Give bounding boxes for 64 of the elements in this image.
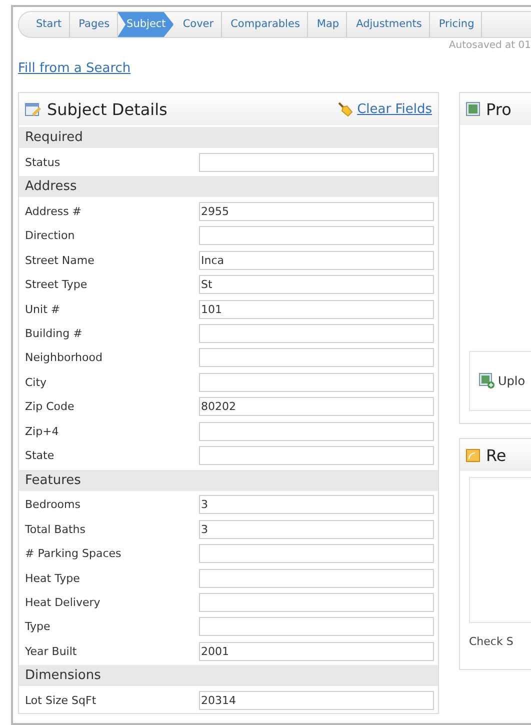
breadcrumb-step[interactable]: Cover bbox=[174, 12, 222, 37]
text-field[interactable] bbox=[199, 592, 434, 612]
broom-icon bbox=[337, 101, 354, 117]
text-field[interactable]: Inca bbox=[199, 250, 434, 270]
field-label: Neighborhood bbox=[25, 351, 104, 364]
text-field[interactable] bbox=[199, 544, 434, 564]
field-label: Building # bbox=[25, 327, 84, 340]
text-field[interactable]: 3 bbox=[199, 520, 434, 539]
upload-button[interactable]: Uplo bbox=[479, 373, 526, 389]
field-label: Street Type bbox=[25, 278, 88, 292]
text-field[interactable]: 80202 bbox=[199, 397, 434, 416]
text-field[interactable] bbox=[199, 617, 434, 636]
field-label: Street Name bbox=[25, 254, 96, 267]
breadcrumb-step[interactable]: Start bbox=[27, 12, 70, 37]
text-field[interactable]: 2955 bbox=[199, 202, 434, 222]
text-field[interactable] bbox=[199, 348, 434, 368]
text-field[interactable]: 101 bbox=[199, 300, 434, 319]
field-label: Direction bbox=[25, 229, 76, 242]
section-header: Address bbox=[19, 176, 438, 198]
fill-from-search-link[interactable]: Fill from a Search bbox=[18, 61, 131, 76]
field-label: State bbox=[25, 448, 56, 462]
text-field[interactable]: St bbox=[199, 275, 434, 294]
breadcrumb-step[interactable]: Comparables bbox=[222, 12, 308, 37]
text-field[interactable]: 20314 bbox=[199, 691, 434, 710]
text-field[interactable]: 2001 bbox=[199, 642, 434, 661]
breadcrumb-step[interactable]: Pricing bbox=[430, 12, 482, 37]
breadcrumb-step[interactable]: Adjustments bbox=[347, 12, 430, 37]
text-field[interactable] bbox=[199, 226, 434, 246]
note-icon bbox=[466, 448, 480, 462]
text-field[interactable] bbox=[199, 422, 434, 441]
field-label: Total Baths bbox=[25, 522, 86, 536]
breadcrumb-step[interactable]: Pages bbox=[70, 12, 118, 37]
text-field[interactable] bbox=[199, 446, 434, 465]
field-label: Year Built bbox=[25, 644, 78, 658]
field-label: Address # bbox=[25, 205, 83, 218]
remarks-footer-text: Check S bbox=[469, 635, 514, 648]
field-label: Heat Type bbox=[25, 572, 81, 585]
text-field[interactable] bbox=[199, 152, 434, 172]
field-label: Zip+4 bbox=[25, 424, 60, 438]
autosave-status: Autosaved at 01 bbox=[448, 40, 531, 51]
clear-fields-link[interactable]: Clear Fields bbox=[357, 102, 432, 116]
field-label: Unit # bbox=[25, 302, 62, 316]
edit-form-icon bbox=[25, 101, 41, 117]
text-field[interactable] bbox=[199, 372, 434, 392]
section-header: Features bbox=[19, 470, 438, 491]
text-field[interactable]: 3 bbox=[199, 495, 434, 514]
field-label: Lot Size SqFt bbox=[25, 694, 98, 708]
panel-title: Re bbox=[486, 446, 506, 464]
field-label: Type bbox=[25, 620, 52, 634]
text-field[interactable] bbox=[199, 324, 434, 344]
add-picture-icon bbox=[479, 373, 495, 389]
field-label: Status bbox=[25, 156, 62, 169]
text-field[interactable] bbox=[199, 568, 434, 588]
panel-title: Pro bbox=[486, 100, 512, 118]
section-header: Required bbox=[19, 127, 438, 148]
panel-title: Subject Details bbox=[47, 100, 168, 118]
field-label: Zip Code bbox=[25, 400, 76, 414]
section-header: Dimensions bbox=[19, 665, 438, 686]
picture-icon bbox=[466, 102, 480, 116]
breadcrumb-step[interactable]: Map bbox=[308, 12, 348, 37]
field-label: Heat Delivery bbox=[25, 596, 102, 609]
field-label: City bbox=[25, 376, 48, 389]
field-label: Bedrooms bbox=[25, 498, 82, 512]
field-label: # Parking Spaces bbox=[25, 547, 122, 560]
